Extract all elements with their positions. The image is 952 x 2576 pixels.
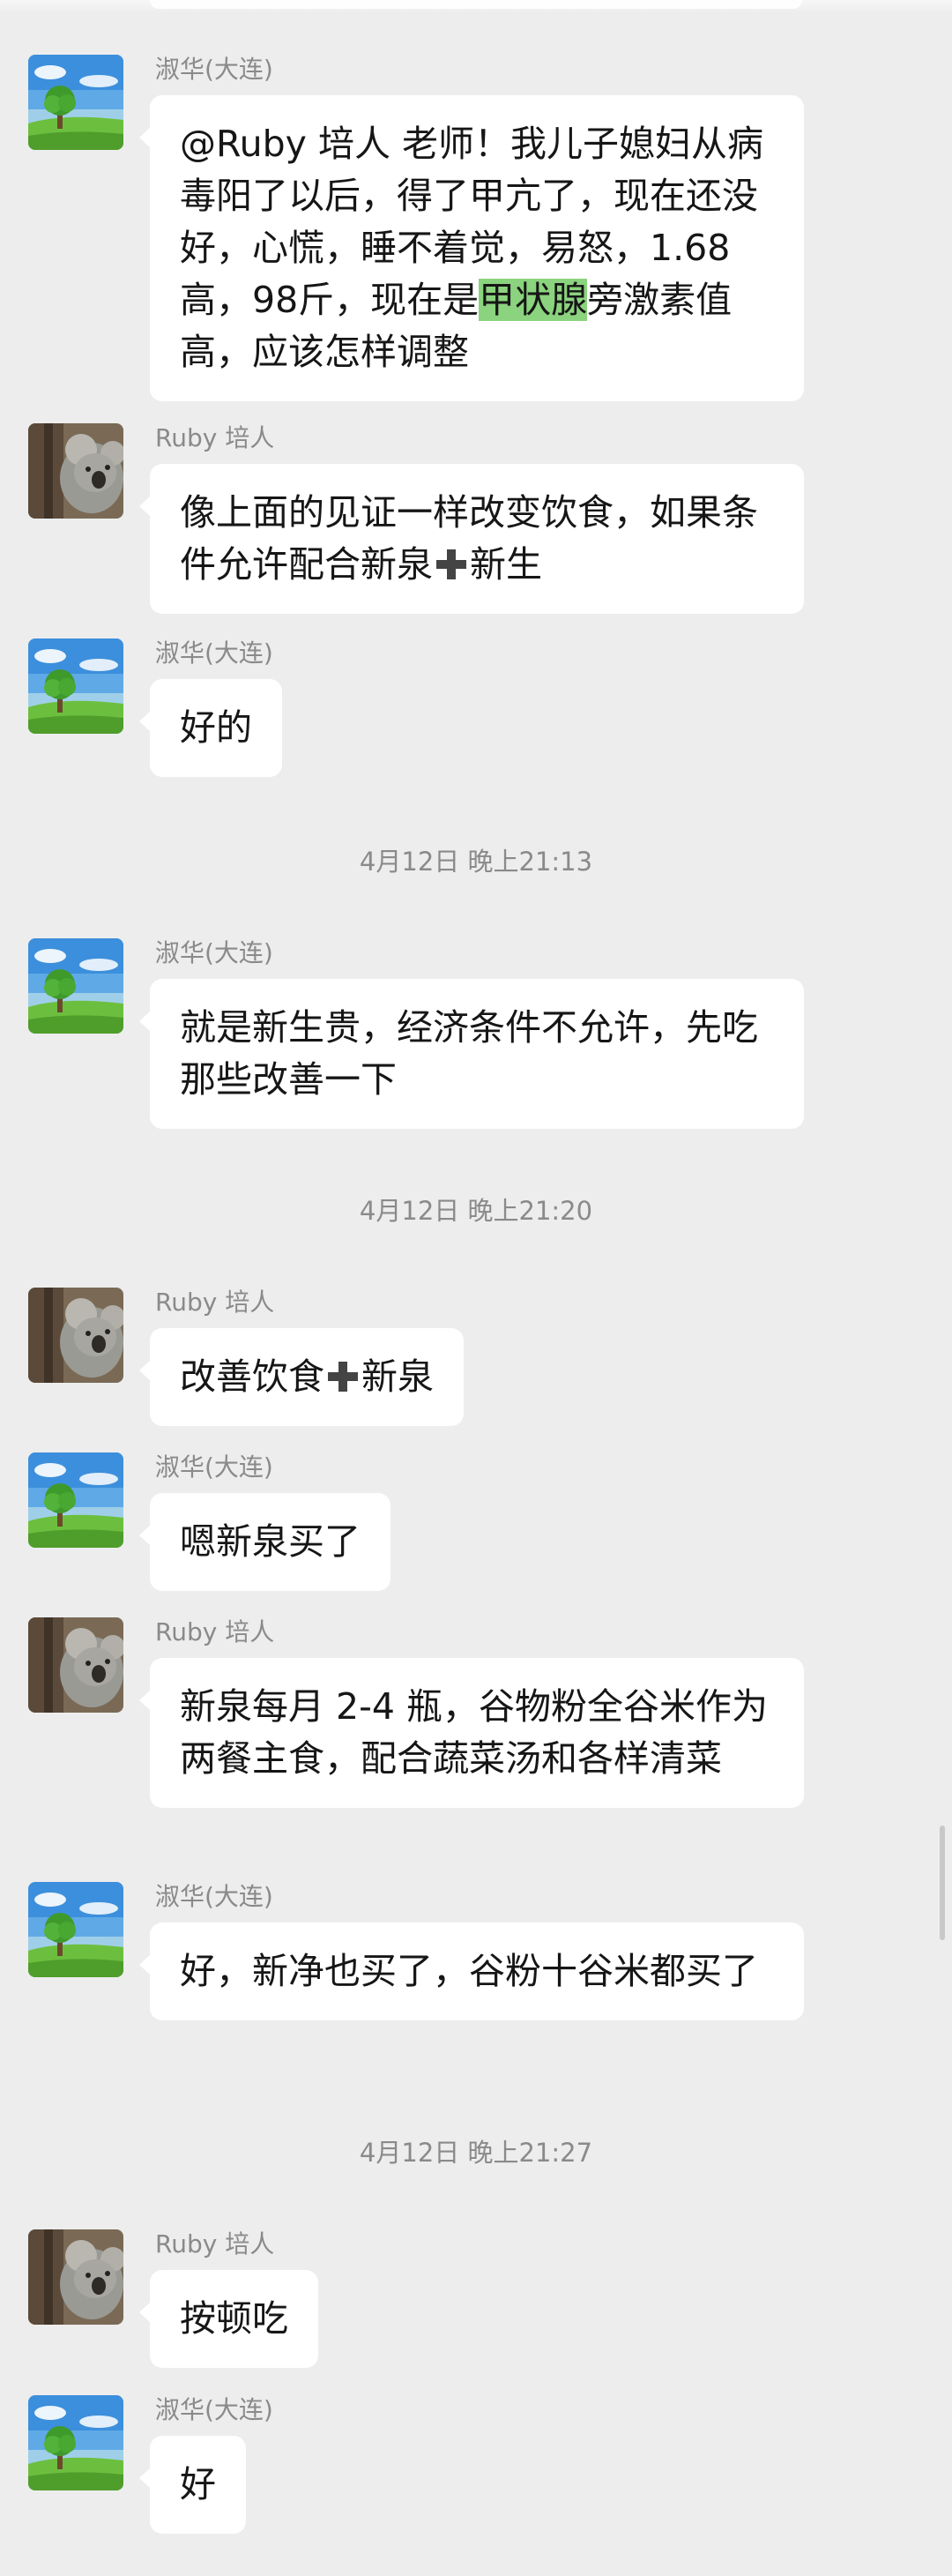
koala-avatar-icon[interactable] bbox=[28, 423, 123, 519]
message-bubble[interactable]: 就是新生贵，经济条件不允许，先吃那些改善一下 bbox=[139, 979, 804, 1129]
message-text: 改善饮食 bbox=[180, 1355, 324, 1398]
message-text: 好，新净也买了，谷粉十谷米都买了 bbox=[180, 1950, 758, 1992]
message-bubble[interactable]: 好，新净也买了，谷粉十谷米都买了 bbox=[139, 1923, 804, 2020]
message-text-cont: 新泉 bbox=[361, 1355, 434, 1398]
message-bubble[interactable]: 嗯新泉买了 bbox=[139, 1493, 390, 1591]
message-bubble[interactable]: 好的 bbox=[139, 679, 282, 777]
landscape-avatar-icon[interactable] bbox=[28, 2395, 123, 2490]
message-bubble[interactable]: @Ruby 培人 老师！我儿子媳妇从病毒阳了以后，得了甲亢了，现在还没好，心慌，… bbox=[139, 95, 804, 401]
previous-message-edge bbox=[0, 0, 952, 12]
highlighted-text: 甲状腺 bbox=[479, 279, 588, 321]
timestamp-divider: 4月12日 晚上21:27 bbox=[359, 2138, 593, 2168]
plus-icon bbox=[436, 549, 466, 579]
plus-icon bbox=[328, 1362, 358, 1392]
sender-name: Ruby 培人 bbox=[155, 1617, 275, 1646]
sender-name: 淑华(大连) bbox=[155, 1452, 273, 1482]
message-text: 像上面的见证一样改变饮食，如果条件允许配合新泉 bbox=[180, 491, 758, 586]
landscape-avatar-icon[interactable] bbox=[28, 638, 123, 734]
message-bubble[interactable]: 改善饮食 新泉 bbox=[139, 1328, 464, 1426]
message-text: 好 bbox=[180, 2463, 216, 2505]
scrollbar-thumb[interactable] bbox=[940, 1826, 945, 1940]
sender-name: 淑华(大连) bbox=[155, 638, 273, 668]
koala-avatar-icon[interactable] bbox=[28, 1617, 123, 1713]
message-text: 好的 bbox=[180, 706, 252, 749]
sender-name: 淑华(大连) bbox=[155, 938, 273, 967]
message-text: 嗯新泉买了 bbox=[180, 1520, 361, 1563]
koala-avatar-icon[interactable] bbox=[28, 1288, 123, 1383]
timestamp-divider: 4月12日 晚上21:13 bbox=[359, 847, 593, 877]
sender-name: 淑华(大连) bbox=[155, 55, 273, 84]
message-text: 新泉每月 2-4 瓶，谷物粉全谷米作为两餐主食，配合蔬菜汤和各样清菜 bbox=[180, 1685, 769, 1780]
sender-name: Ruby 培人 bbox=[155, 2229, 275, 2259]
message-bubble[interactable]: 好 bbox=[139, 2436, 246, 2534]
sender-name: 淑华(大连) bbox=[155, 1882, 273, 1911]
landscape-avatar-icon[interactable] bbox=[28, 938, 123, 1034]
sender-name: Ruby 培人 bbox=[155, 1288, 275, 1317]
message-bubble[interactable]: 像上面的见证一样改变饮食，如果条件允许配合新泉 新生 bbox=[139, 464, 804, 614]
sender-name: 淑华(大连) bbox=[155, 2395, 273, 2424]
sender-name: Ruby 培人 bbox=[155, 423, 275, 452]
message-text-cont: 新生 bbox=[470, 543, 542, 586]
koala-avatar-icon[interactable] bbox=[28, 2229, 123, 2325]
message-bubble[interactable]: 新泉每月 2-4 瓶，谷物粉全谷米作为两餐主食，配合蔬菜汤和各样清菜 bbox=[139, 1658, 804, 1808]
timestamp-divider: 4月12日 晚上21:20 bbox=[359, 1196, 593, 1226]
message-text: 按顿吃 bbox=[180, 2297, 288, 2340]
previous-bubble-fragment bbox=[150, 0, 802, 9]
landscape-avatar-icon[interactable] bbox=[28, 55, 123, 150]
message-text: 就是新生贵，经济条件不允许，先吃那些改善一下 bbox=[180, 1006, 758, 1101]
message-bubble[interactable]: 按顿吃 bbox=[139, 2270, 318, 2368]
landscape-avatar-icon[interactable] bbox=[28, 1452, 123, 1548]
landscape-avatar-icon[interactable] bbox=[28, 1882, 123, 1977]
